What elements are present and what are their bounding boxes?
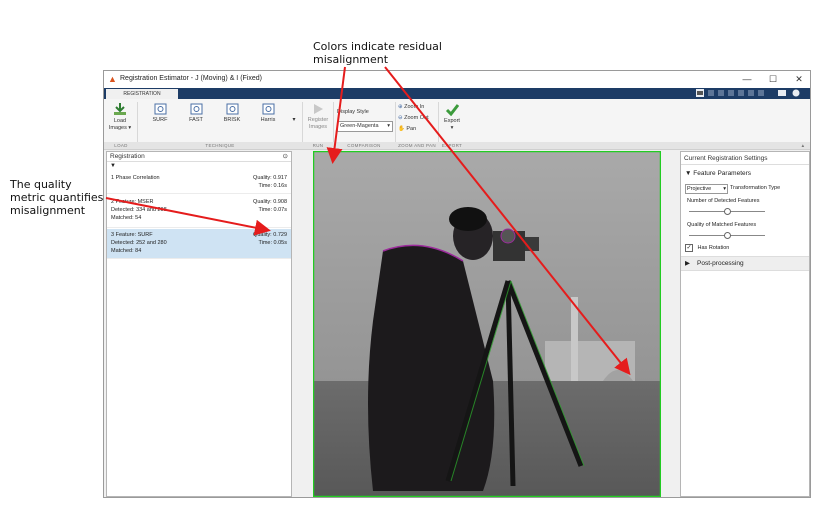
arrow-to-image-edge xyxy=(326,66,346,164)
arrow-to-misalignment xyxy=(384,66,631,376)
arrow-to-quality xyxy=(105,197,271,236)
annotation-arrows xyxy=(105,66,631,376)
